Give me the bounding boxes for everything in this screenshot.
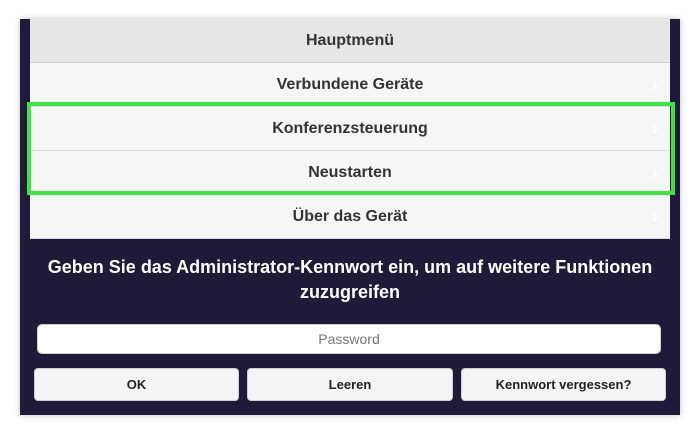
main-menu: Hauptmenü Verbundene Geräte › Konferenzs… <box>30 19 670 239</box>
menu-item-about-device[interactable]: Über das Gerät › <box>30 195 670 239</box>
chevron-right-icon: › <box>651 161 658 183</box>
menu-header: Hauptmenü <box>30 19 670 63</box>
admin-password-prompt: Geben Sie das Administrator-Kennwort ein… <box>47 257 653 302</box>
chevron-right-icon: › <box>651 205 658 227</box>
chevron-right-icon: › <box>651 117 658 139</box>
menu-item-restart[interactable]: Neustarten › <box>30 151 670 195</box>
menu-item-connected-devices[interactable]: Verbundene Geräte › <box>30 63 670 107</box>
menu-item-label: Konferenzsteuerung <box>272 119 428 137</box>
menu-item-label: Neustarten <box>308 163 392 181</box>
clear-button[interactable]: Leeren <box>247 368 453 401</box>
menu-item-label: Verbundene Geräte <box>276 75 424 93</box>
forgot-password-button[interactable]: Kennwort vergessen? <box>461 368 666 401</box>
device-panel: Hauptmenü Verbundene Geräte › Konferenzs… <box>20 19 680 415</box>
chevron-right-icon: › <box>651 73 658 95</box>
password-input[interactable] <box>37 324 661 354</box>
menu-item-conference-control[interactable]: Konferenzsteuerung › <box>30 107 670 151</box>
menu-item-label: Über das Gerät <box>292 207 408 225</box>
ok-button[interactable]: OK <box>34 368 239 401</box>
